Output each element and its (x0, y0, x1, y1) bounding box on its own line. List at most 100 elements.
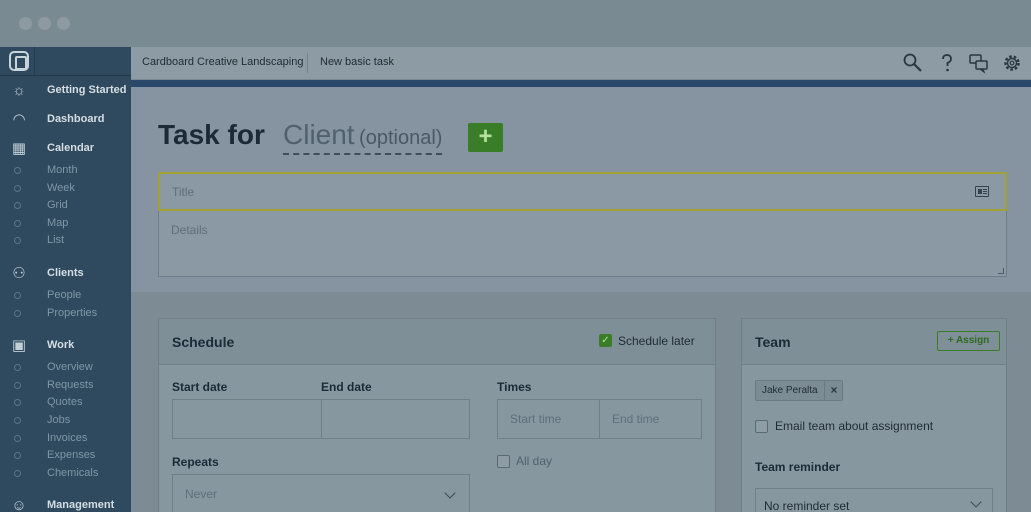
sidebar-subitem-label: Overview (47, 361, 93, 374)
end-time-placeholder: End time (612, 412, 660, 426)
email-team-checkbox[interactable] (755, 420, 768, 433)
divider (34, 47, 35, 76)
all-day-label[interactable]: All day (516, 454, 552, 468)
details-textarea[interactable]: Details (158, 211, 1007, 277)
top-app-bar: Cardboard Creative Landscaping New basic… (131, 47, 1031, 80)
people-icon: ⚇ (12, 265, 26, 282)
sidebar-subitem-grid[interactable]: Grid (0, 197, 131, 214)
sidebar-item-clients[interactable]: ⚇ Clients (0, 261, 131, 287)
circle-icon (14, 202, 21, 210)
help-icon[interactable] (936, 52, 958, 74)
remove-assignee-icon[interactable]: × (824, 381, 843, 400)
calendar-icon: ▦ (11, 140, 27, 157)
page-title: New basic task (320, 56, 394, 68)
repeats-select[interactable]: Never (172, 474, 470, 512)
accent-bar (131, 80, 1031, 87)
end-time-input[interactable]: End time (599, 399, 702, 439)
circle-icon (14, 309, 21, 317)
team-heading: Team (755, 334, 791, 350)
sidebar-item-label: Dashboard (47, 113, 105, 125)
resize-handle-icon[interactable] (998, 268, 1004, 274)
sidebar-subitem-people[interactable]: People (0, 287, 131, 304)
sidebar-item-label: Calendar (47, 142, 95, 154)
schedule-heading: Schedule (172, 334, 235, 350)
minimize-window-button[interactable] (38, 17, 51, 30)
sidebar-subitem-label: Month (47, 164, 78, 176)
sidebar-item-label: Work (47, 339, 75, 352)
close-window-button[interactable] (19, 17, 32, 30)
start-time-placeholder: Start time (510, 412, 562, 426)
start-date-label: Start date (172, 380, 228, 394)
team-panel: Team + Assign Jake Peralta × Email team … (741, 318, 1007, 512)
circle-icon (14, 417, 21, 424)
sidebar-subitem-overview[interactable]: Overview (0, 359, 131, 376)
sidebar-subitem-label: People (47, 289, 82, 301)
sidebar-subitem-label: Week (47, 181, 75, 194)
sidebar-item-management[interactable]: ☺ Management (0, 493, 131, 512)
add-client-button[interactable]: + (468, 123, 503, 152)
circle-icon (14, 364, 21, 372)
sidebar-subitem-list[interactable]: List (0, 232, 131, 249)
client-selector[interactable]: Client (optional) (283, 119, 443, 155)
assign-button[interactable]: + Assign (937, 331, 1000, 351)
start-date-input[interactable] (172, 399, 322, 439)
email-team-label[interactable]: Email team about assignment (775, 419, 933, 433)
sidebar-item-dashboard[interactable]: ◠ Dashboard (0, 107, 131, 133)
schedule-later-label[interactable]: Schedule later (618, 334, 695, 348)
sidebar-subitem-label: Requests (47, 378, 94, 391)
circle-icon (14, 381, 21, 389)
sidebar-subitem-week[interactable]: Week (0, 180, 131, 197)
sidebar-subitem-quotes[interactable]: Quotes (0, 394, 131, 411)
chevron-down-icon (444, 487, 456, 499)
team-reminder-select[interactable]: No reminder set (755, 488, 993, 512)
end-date-label: End date (321, 380, 372, 394)
schedule-later-checkbox[interactable]: ✓ (599, 334, 612, 347)
sidebar-subitem-invoices[interactable]: Invoices (0, 430, 131, 447)
circle-icon (14, 219, 21, 227)
sidebar-subitem-expenses[interactable]: Expenses (0, 447, 131, 464)
window-titlebar (0, 0, 1031, 47)
sidebar-subitem-label: Quotes (47, 396, 83, 409)
title-input[interactable]: Title (158, 172, 1007, 211)
toolbox-icon: ▣ (11, 337, 27, 355)
times-label: Times (497, 380, 532, 394)
sidebar-subitem-label: Jobs (47, 414, 71, 426)
sidebar-subitem-month[interactable]: Month (0, 162, 131, 179)
sidebar-subitem-label: Properties (47, 306, 98, 319)
gear-icon[interactable] (1001, 52, 1023, 74)
sidebar-subitem-requests[interactable]: Requests (0, 377, 131, 394)
sidebar-subitem-label: Map (47, 216, 69, 229)
end-date-input[interactable] (321, 399, 470, 439)
company-name[interactable]: Cardboard Creative Landscaping (142, 56, 303, 68)
checkmark-icon: ✓ (601, 335, 610, 346)
sidebar-subitem-jobs[interactable]: Jobs (0, 412, 131, 429)
contact-card-icon[interactable] (975, 186, 989, 197)
sidebar-subitem-chemicals[interactable]: Chemicals (0, 465, 131, 482)
team-reminder-value: No reminder set (764, 499, 850, 512)
sidebar-item-label: Management (47, 499, 115, 512)
circle-icon (14, 167, 21, 174)
team-panel-header: Team + Assign (742, 319, 1006, 365)
gauge-icon: ◠ (12, 111, 26, 128)
sidebar-subitem-map[interactable]: Map (0, 215, 131, 232)
maximize-window-button[interactable] (57, 17, 70, 30)
search-icon[interactable] (902, 52, 924, 74)
sidebar-subitem-properties[interactable]: Properties (0, 305, 131, 322)
app-logo-icon[interactable] (9, 51, 29, 71)
all-day-checkbox[interactable] (497, 455, 510, 468)
chat-icon[interactable] (968, 52, 990, 74)
sidebar-subitem-label: Expenses (47, 449, 96, 462)
plus-icon: + (478, 123, 493, 150)
sidebar: ☼ Getting Started ◠ Dashboard ▦ Calendar Month… (0, 47, 131, 512)
breadcrumb-divider (307, 53, 308, 73)
title-placeholder: Title (172, 185, 195, 199)
team-reminder-label: Team reminder (755, 460, 841, 474)
sidebar-item-label: Clients (47, 267, 84, 279)
sun-icon: ☼ (12, 82, 26, 99)
sidebar-item-label: Getting Started (47, 84, 127, 96)
sidebar-item-work[interactable]: ▣ Work (0, 333, 131, 359)
sidebar-subitem-label: Grid (47, 199, 68, 212)
sidebar-item-calendar[interactable]: ▦ Calendar (0, 136, 131, 162)
sidebar-item-getting-started[interactable]: ☼ Getting Started (0, 78, 131, 104)
start-time-input[interactable]: Start time (497, 399, 600, 439)
